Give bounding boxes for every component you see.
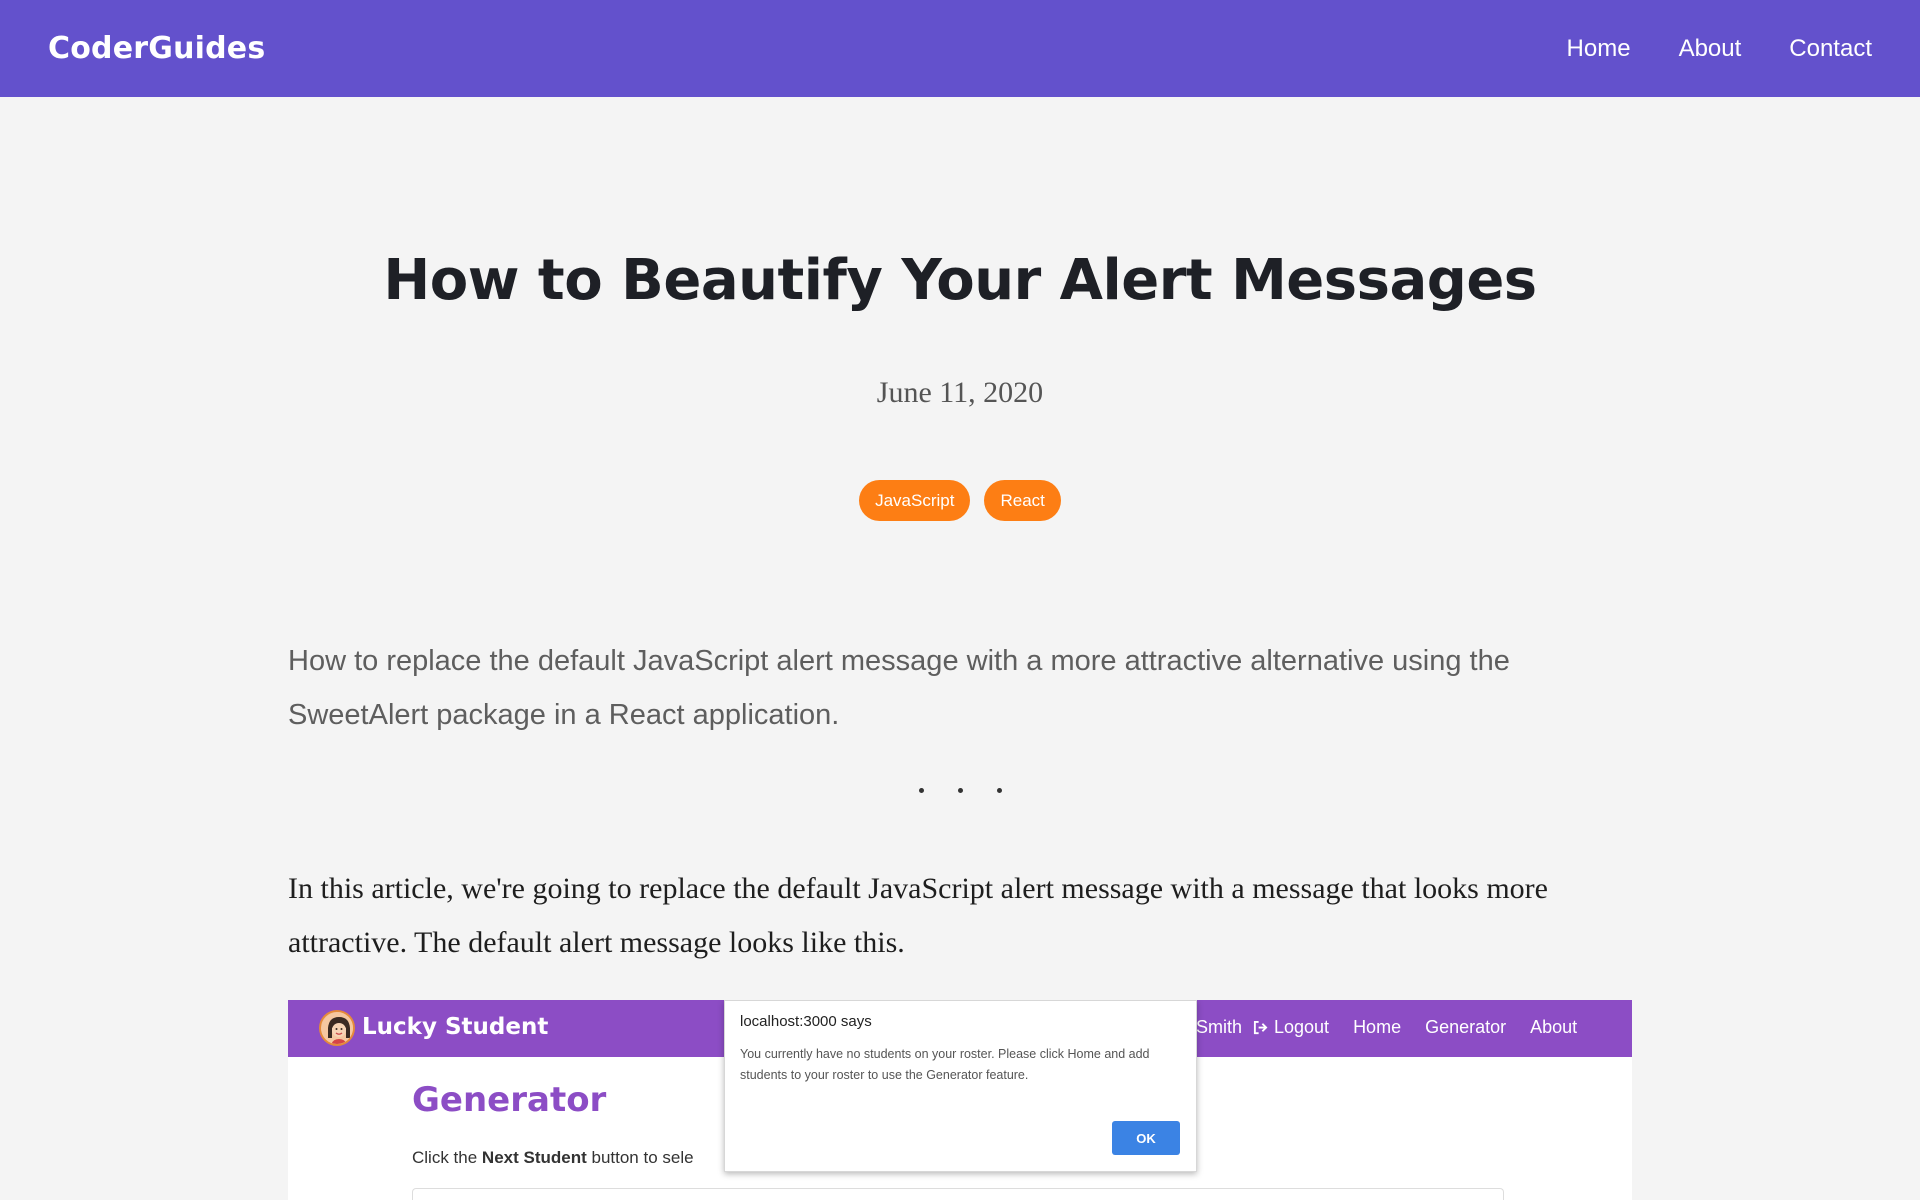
avatar-icon [319, 1010, 355, 1046]
separator-dot [918, 788, 924, 793]
nav-contact[interactable]: Contact [1789, 35, 1872, 63]
article-screenshot: Lucky Student Smith Logout Home Generato… [288, 1000, 1632, 1200]
screenshot-input-box [412, 1188, 1504, 1200]
brand-link[interactable]: CoderGuides [48, 31, 265, 66]
nav-about[interactable]: About [1679, 35, 1742, 63]
logout-icon [1253, 1020, 1268, 1035]
alert-dialog-title: localhost:3000 says [740, 1013, 872, 1030]
tag-react[interactable]: React [984, 480, 1061, 521]
main-nav: Home About Contact [1567, 35, 1872, 63]
section-separator [0, 788, 1920, 793]
post-date: June 11, 2020 [876, 376, 1044, 409]
screenshot-page-heading: Generator [412, 1080, 607, 1120]
tag-javascript[interactable]: JavaScript [859, 480, 971, 521]
post-lead: How to replace the default JavaScript al… [288, 645, 1510, 731]
screenshot-nav-logout-label: Logout [1274, 1017, 1330, 1037]
nav-home[interactable]: Home [1567, 35, 1631, 63]
post-paragraph: In this article, we're going to replace … [288, 872, 1548, 959]
screenshot-user-name: Smith [1196, 1017, 1243, 1037]
instructions-suffix: button to sele [586, 1148, 694, 1167]
instructions-prefix: Click the [412, 1148, 482, 1167]
alert-dialog-message: You currently have no students on your r… [740, 1047, 1150, 1082]
tag-list: JavaScript React [0, 480, 1920, 521]
alert-ok-button: OK [1112, 1121, 1180, 1155]
screenshot-nav-about: About [1530, 1017, 1578, 1037]
screenshot-instructions: Click the Next Student button to sele [412, 1148, 712, 1168]
separator-dot [957, 788, 963, 793]
screenshot-app-brand: Lucky Student [362, 1014, 549, 1040]
screenshot-nav-logout: Logout [1253, 1017, 1329, 1038]
alert-dialog: localhost:3000 says You currently have n… [724, 1000, 1197, 1172]
screenshot-nav-home: Home [1353, 1017, 1402, 1037]
instructions-bold: Next Student [481, 1148, 587, 1167]
post-title: How to Beautify Your Alert Messages [383, 248, 1537, 313]
screenshot-nav-generator: Generator [1425, 1017, 1507, 1037]
screenshot-app-nav: Logout Home Generator About [1253, 1017, 1577, 1038]
separator-dot [996, 788, 1002, 793]
site-header: CoderGuides Home About Contact [0, 0, 1920, 97]
